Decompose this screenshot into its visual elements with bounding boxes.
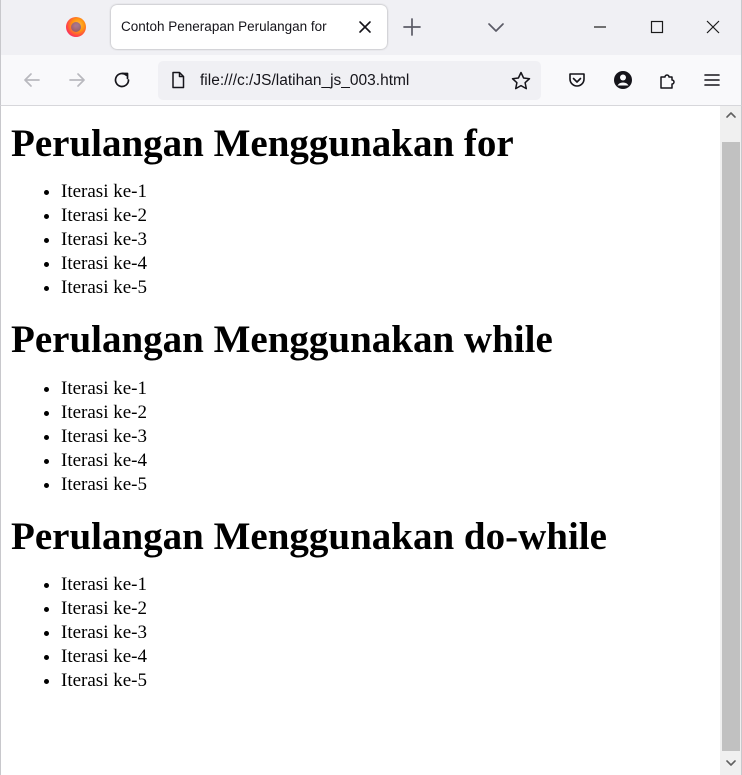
list-item: Iterasi ke-2 (61, 597, 720, 621)
maximize-icon[interactable] (646, 16, 668, 38)
extensions-icon[interactable] (657, 69, 679, 91)
url-text[interactable]: file:///c:/JS/latihan_js_003.html (200, 72, 409, 90)
section-do-while: Perulangan Menggunakan do-while Iterasi … (11, 515, 720, 693)
list-item: Iterasi ke-4 (61, 252, 720, 276)
tab-list-chevron-icon[interactable] (485, 16, 507, 38)
section-heading: Perulangan Menggunakan do-while (11, 515, 607, 558)
scroll-down-arrow-icon[interactable] (724, 756, 738, 770)
back-arrow-icon[interactable] (21, 69, 43, 91)
page-viewport: Perulangan Menggunakan for Iterasi ke-1 … (0, 106, 720, 775)
list-item: Iterasi ke-1 (61, 377, 720, 401)
new-tab-icon[interactable] (401, 16, 423, 38)
minimize-icon[interactable] (589, 16, 611, 38)
list-item: Iterasi ke-4 (61, 645, 720, 669)
list-item: Iterasi ke-1 (61, 180, 720, 204)
window-close-icon[interactable] (702, 16, 724, 38)
scroll-up-arrow-icon[interactable] (724, 108, 738, 122)
list-item: Iterasi ke-1 (61, 573, 720, 597)
section-while: Perulangan Menggunakan while Iterasi ke-… (11, 318, 720, 497)
section-for: Perulangan Menggunakan for Iterasi ke-1 … (11, 122, 720, 300)
list-item: Iterasi ke-5 (61, 473, 720, 497)
menu-icon[interactable] (701, 69, 723, 91)
close-icon[interactable] (355, 17, 375, 37)
tab-strip: Contoh Penerapan Perulangan for (0, 0, 742, 55)
list-item: Iterasi ke-2 (61, 204, 720, 228)
list-item: Iterasi ke-3 (61, 621, 720, 645)
list-item: Iterasi ke-3 (61, 228, 720, 252)
list-item: Iterasi ke-3 (61, 425, 720, 449)
vertical-scrollbar[interactable] (720, 106, 742, 775)
section-heading: Perulangan Menggunakan while (11, 318, 553, 361)
navigation-bar: file:///c:/JS/latihan_js_003.html (0, 55, 742, 106)
iteration-list: Iterasi ke-1 Iterasi ke-2 Iterasi ke-3 I… (11, 573, 720, 693)
pocket-icon[interactable] (566, 69, 588, 91)
scroll-thumb[interactable] (722, 142, 740, 751)
firefox-logo-icon (66, 17, 86, 37)
list-item: Iterasi ke-4 (61, 449, 720, 473)
iteration-list: Iterasi ke-1 Iterasi ke-2 Iterasi ke-3 I… (11, 377, 720, 497)
tab-title: Contoh Penerapan Perulangan for (121, 19, 327, 34)
url-bar[interactable]: file:///c:/JS/latihan_js_003.html (158, 61, 541, 100)
list-item: Iterasi ke-5 (61, 669, 720, 693)
bookmark-star-icon[interactable] (510, 70, 532, 92)
page-icon (168, 70, 188, 90)
page-content: Perulangan Menggunakan for Iterasi ke-1 … (1, 122, 720, 693)
tab-active[interactable]: Contoh Penerapan Perulangan for (111, 5, 387, 49)
list-item: Iterasi ke-5 (61, 276, 720, 300)
account-icon[interactable] (612, 69, 634, 91)
forward-arrow-icon[interactable] (66, 69, 88, 91)
list-item: Iterasi ke-2 (61, 401, 720, 425)
reload-icon[interactable] (111, 69, 133, 91)
iteration-list: Iterasi ke-1 Iterasi ke-2 Iterasi ke-3 I… (11, 180, 720, 300)
section-heading: Perulangan Menggunakan for (11, 122, 514, 165)
